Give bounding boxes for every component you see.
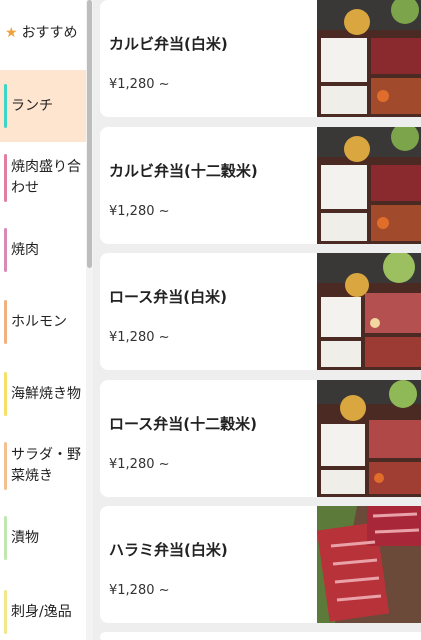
sidebar-item-lunch[interactable]: ランチ (0, 70, 86, 142)
sidebar-item-kaisen[interactable]: 海鮮焼き物 (0, 370, 86, 418)
sidebar-item-salad[interactable]: サラダ・野菜焼き (0, 436, 86, 496)
menu-item-name: ロース弁当(十二穀米) (109, 415, 257, 433)
sidebar-item-label: おすすめ (21, 24, 78, 41)
star-icon: ★ (5, 24, 18, 41)
category-accent-bar (4, 300, 7, 344)
menu-item-card[interactable]: ロース弁当(十二穀米) ¥1,280 ~ (100, 380, 421, 497)
sidebar-scrollbar-thumb[interactable] (87, 0, 92, 268)
sidebar-item-tsukemono[interactable]: 漬物 (0, 514, 86, 562)
menu-item-name: カルビ弁当(白米) (109, 35, 228, 53)
menu-item-price: ¥1,280 ~ (109, 330, 170, 345)
menu-item-price: ¥1,280 ~ (109, 204, 170, 219)
category-accent-bar (4, 84, 7, 128)
menu-item-name: ハラミ弁当(白米) (109, 541, 228, 559)
menu-item-card[interactable]: ロース弁当(白米) ¥1,280 ~ (100, 253, 421, 370)
menu-item-name: ロース弁当(白米) (109, 288, 227, 306)
sidebar-item-yakiniku[interactable]: 焼肉 (0, 226, 86, 274)
menu-item-card[interactable]: カルビ弁当(十二穀米) ¥1,280 ~ (100, 127, 421, 244)
category-sidebar: ★ おすすめ ランチ 焼肉盛り合わせ 焼肉 ホルモン 海鮮焼き物 サラダ・野菜焼… (0, 0, 93, 640)
bento-photo (317, 127, 421, 244)
category-accent-bar (4, 372, 7, 416)
sidebar-item-osusume[interactable]: ★ おすすめ (0, 14, 86, 52)
menu-item-card-partial[interactable] (100, 632, 421, 640)
harami-photo (317, 506, 421, 623)
menu-item-card[interactable]: カルビ弁当(白米) ¥1,280 ~ (100, 0, 421, 117)
sidebar-item-yakiniku-moriawase[interactable]: 焼肉盛り合わせ (0, 148, 86, 208)
sidebar-item-label: 焼肉盛り合わせ (11, 159, 81, 196)
menu-item-price: ¥1,280 ~ (109, 583, 170, 598)
category-accent-bar (4, 590, 7, 634)
category-accent-bar (4, 228, 7, 272)
bento-photo (317, 253, 421, 370)
menu-item-card[interactable]: ハラミ弁当(白米) ¥1,280 ~ (100, 506, 421, 623)
menu-item-name: カルビ弁当(十二穀米) (109, 162, 258, 180)
sidebar-item-label: 刺身/逸品 (11, 603, 72, 620)
menu-item-price: ¥1,280 ~ (109, 457, 170, 472)
category-accent-bar (4, 154, 7, 202)
sidebar-item-horumon[interactable]: ホルモン (0, 298, 86, 346)
sidebar-item-label: ランチ (11, 97, 53, 114)
category-accent-bar (4, 516, 7, 560)
sidebar-item-label: ホルモン (11, 313, 67, 330)
menu-item-price: ¥1,280 ~ (109, 77, 170, 92)
sidebar-item-label: サラダ・野菜焼き (11, 447, 81, 484)
bento-photo (317, 0, 421, 117)
sidebar-item-sashimi[interactable]: 刺身/逸品 (0, 588, 86, 636)
category-accent-bar (4, 442, 7, 490)
bento-photo (317, 380, 421, 497)
sidebar-item-label: 海鮮焼き物 (11, 385, 81, 402)
